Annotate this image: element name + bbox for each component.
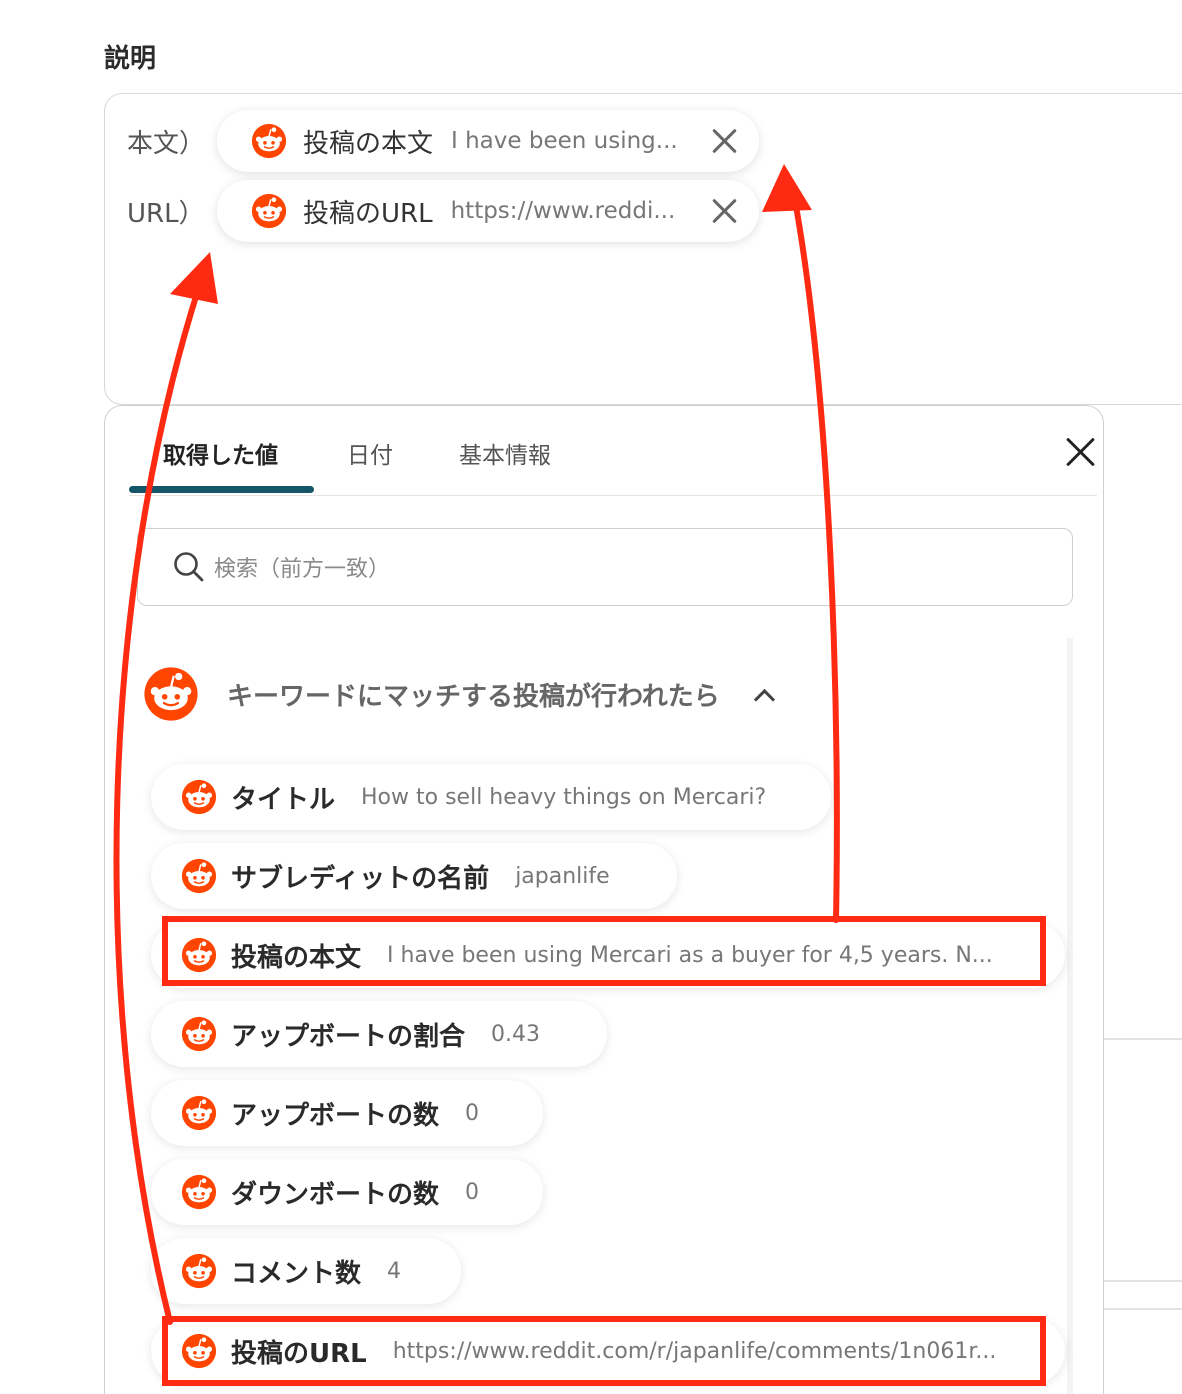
reddit-logo-icon [181, 937, 217, 973]
list-item-upvote-ratio[interactable]: アップボートの割合 0.43 [151, 1001, 607, 1067]
search-icon [174, 552, 204, 582]
item-value: 4 [387, 1258, 402, 1284]
description-editor[interactable]: 本文） 投稿の本文 I have been using... URL） 投稿のU… [104, 93, 1182, 405]
background-divider [1104, 1280, 1182, 1282]
search-input[interactable]: 検索（前方一致） [137, 528, 1073, 606]
item-label: ダウンボートの数 [231, 1179, 440, 1210]
tab-basic-info[interactable]: 基本情報 [459, 436, 551, 470]
reddit-logo-icon [143, 666, 199, 722]
list-item-post-body[interactable]: 投稿の本文 I have been using Mercari as a buy… [151, 922, 1065, 988]
remove-chip-icon[interactable] [711, 127, 739, 155]
reddit-logo-icon [181, 1016, 217, 1052]
list-item-downvotes[interactable]: ダウンボートの数 0 [151, 1159, 543, 1225]
item-value: japanlife [515, 863, 610, 889]
reddit-logo-icon [181, 858, 217, 894]
trigger-group-header[interactable]: キーワードにマッチする投稿が行われたら [143, 666, 774, 722]
row-prefix: 本文） [127, 128, 206, 159]
chip-label: 投稿の本文 [303, 128, 434, 159]
reddit-logo-icon [251, 123, 287, 159]
item-label: サブレディットの名前 [231, 863, 490, 894]
item-value: 0.43 [491, 1021, 540, 1047]
tab-acquired-values[interactable]: 取得した値 [163, 436, 278, 470]
search-placeholder: 検索（前方一致） [214, 557, 391, 582]
item-value: https://www.reddit.com/r/japanlife/comme… [392, 1338, 997, 1364]
tab-date[interactable]: 日付 [347, 436, 393, 470]
item-value: How to sell heavy things on Mercari? [361, 784, 767, 810]
list-item-post-url[interactable]: 投稿のURL https://www.reddit.com/r/japanlif… [151, 1318, 1065, 1384]
group-title: キーワードにマッチする投稿が行われたら [227, 681, 720, 712]
remove-chip-icon[interactable] [711, 197, 739, 225]
item-label: アップボートの割合 [231, 1021, 466, 1052]
chip-label: 投稿のURL [303, 198, 433, 229]
background-divider [1104, 1038, 1182, 1040]
reddit-logo-icon [181, 1253, 217, 1289]
description-row-url: URL） 投稿のURL https://www.reddi... [127, 180, 759, 242]
list-item-upvotes[interactable]: アップボートの数 0 [151, 1080, 543, 1146]
item-label: タイトル [231, 784, 336, 815]
variable-chip-post-body[interactable]: 投稿の本文 I have been using... [217, 110, 760, 172]
item-value: I have been using Mercari as a buyer for… [387, 942, 993, 968]
item-label: 投稿の本文 [231, 942, 362, 973]
reddit-logo-icon [181, 779, 217, 815]
description-row-body: 本文） 投稿の本文 I have been using... [127, 110, 760, 172]
chip-value: I have been using... [451, 128, 678, 154]
tab-bar: 取得した値 日付 基本情報 [129, 406, 1097, 496]
value-picker-panel: 取得した値 日付 基本情報 検索（前方一致） キーワードにマッチする投稿が行われ… [104, 405, 1104, 1394]
item-label: 投稿のURL [231, 1338, 367, 1369]
section-label: 説明 [104, 44, 157, 74]
active-tab-indicator [129, 486, 314, 493]
reddit-logo-icon [251, 193, 287, 229]
value-list: キーワードにマッチする投稿が行われたら タイトル How to sell hea… [129, 638, 1071, 1394]
variable-chip-post-url[interactable]: 投稿のURL https://www.reddi... [217, 180, 759, 242]
chevron-up-icon[interactable] [754, 688, 774, 708]
background-divider [1104, 1308, 1182, 1310]
reddit-logo-icon [181, 1333, 217, 1369]
reddit-logo-icon [181, 1095, 217, 1131]
item-label: コメント数 [231, 1258, 362, 1289]
list-item-comment-count[interactable]: コメント数 4 [151, 1238, 461, 1304]
row-prefix: URL） [127, 198, 205, 229]
list-item-title[interactable]: タイトル How to sell heavy things on Mercari… [151, 764, 831, 830]
chip-value: https://www.reddi... [450, 198, 676, 224]
item-label: アップボートの数 [231, 1100, 440, 1131]
close-icon[interactable] [1065, 436, 1097, 468]
item-value: 0 [465, 1100, 480, 1126]
list-item-subreddit[interactable]: サブレディットの名前 japanlife [151, 843, 677, 909]
reddit-logo-icon [181, 1174, 217, 1210]
item-value: 0 [465, 1179, 480, 1205]
